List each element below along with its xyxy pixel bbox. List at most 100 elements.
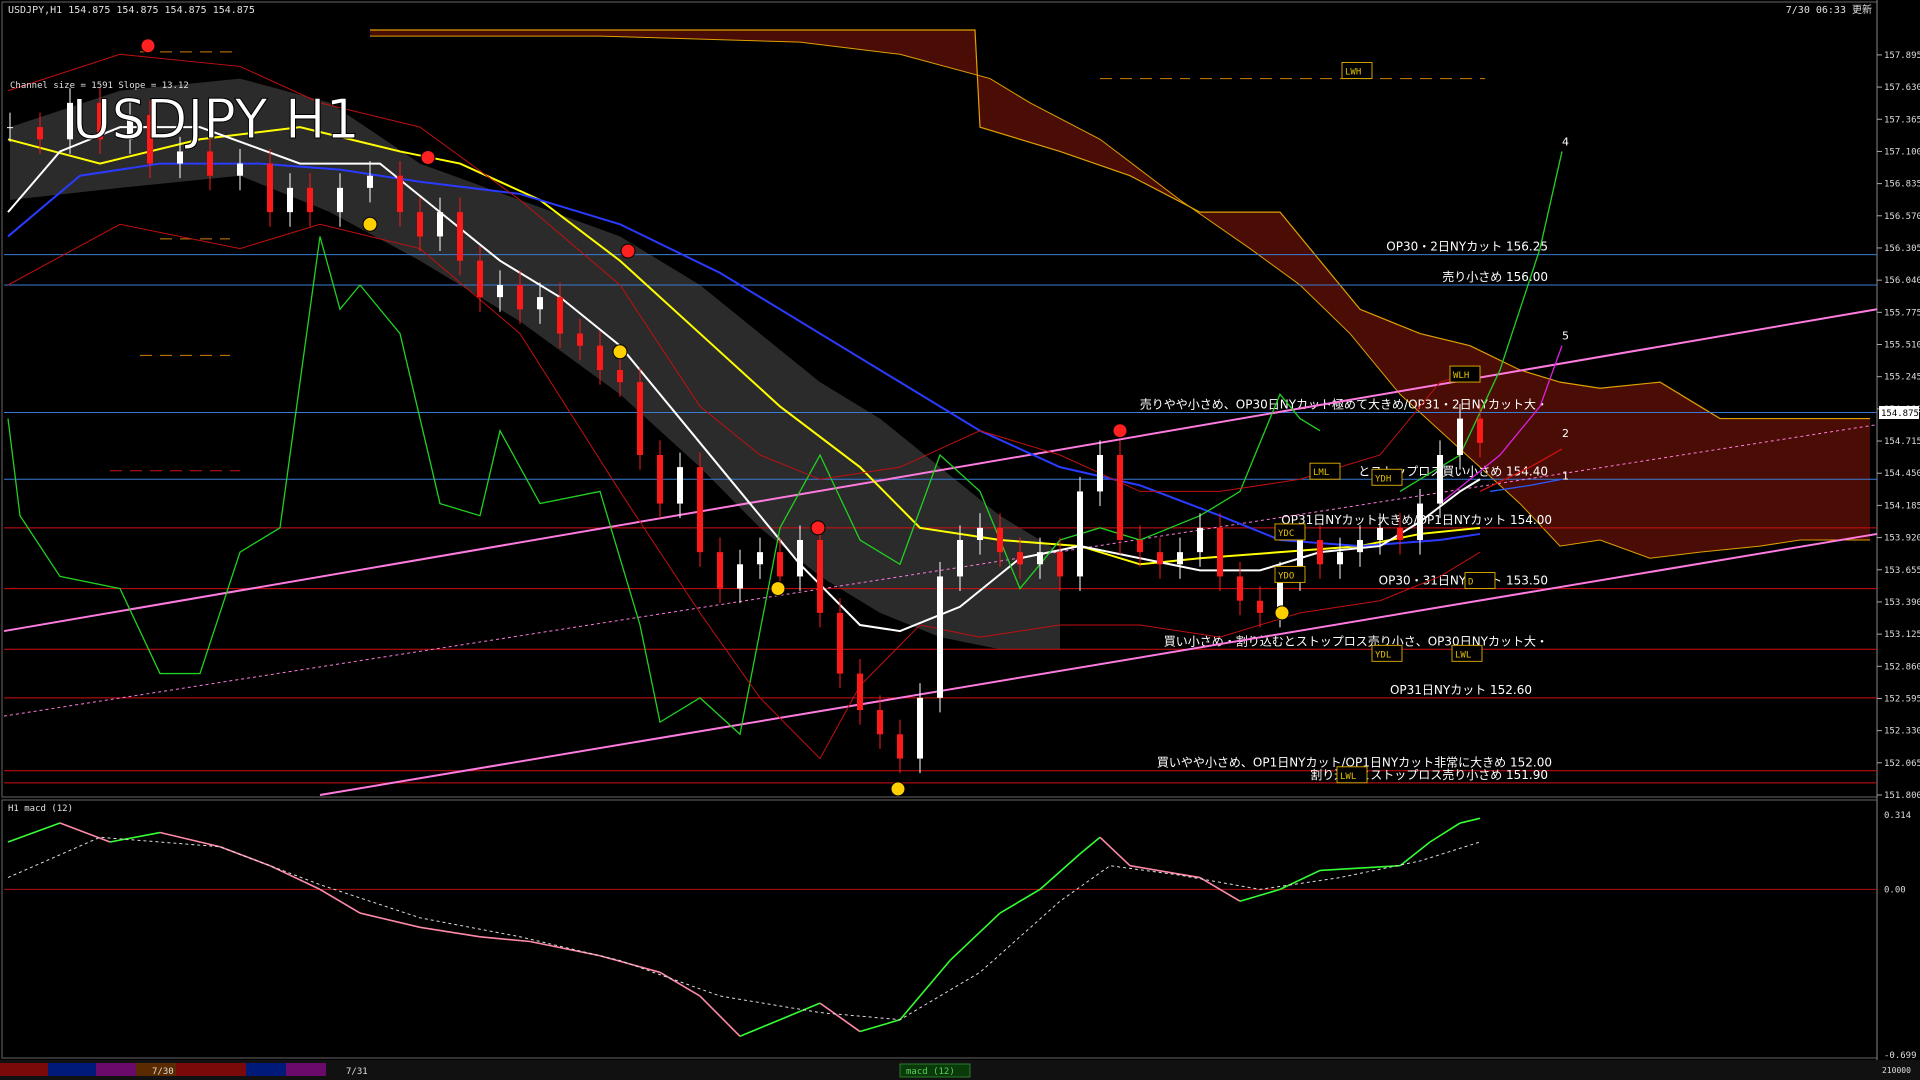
candle-body xyxy=(337,187,343,213)
candle-body xyxy=(1197,527,1203,553)
candle-body xyxy=(1257,600,1263,613)
candle-body xyxy=(307,187,313,213)
wave-label: 1 xyxy=(1562,469,1569,482)
price-tick-label: 154.715 xyxy=(1884,437,1920,447)
candle-body xyxy=(957,540,963,577)
candle-body xyxy=(1397,527,1403,540)
candle-body xyxy=(7,127,13,129)
candle-body xyxy=(697,467,703,553)
candle-body xyxy=(1437,455,1443,504)
candle-body xyxy=(777,552,783,577)
macd-tab-label: macd (12) xyxy=(906,1067,955,1077)
candle-body xyxy=(177,151,183,164)
candle-body xyxy=(457,212,463,261)
candle-body xyxy=(837,612,843,674)
fractal-marker xyxy=(362,216,378,232)
price-tick-label: 156.570 xyxy=(1884,212,1920,222)
wave-label: 2 xyxy=(1562,427,1569,440)
price-tick-label: 155.510 xyxy=(1884,341,1920,351)
wave-label: 4 xyxy=(1562,135,1569,148)
level-box-label: LML xyxy=(1313,468,1329,478)
candle-body xyxy=(417,212,423,237)
fractal-marker xyxy=(1112,423,1128,439)
candle-body xyxy=(757,552,763,565)
price-tick-label: 152.595 xyxy=(1884,694,1920,704)
fractal-marker xyxy=(620,243,636,259)
candle-body xyxy=(657,455,663,504)
price-tick-label: 152.860 xyxy=(1884,662,1920,672)
price-tick-label: 156.305 xyxy=(1884,244,1920,254)
level-box-label: YDC xyxy=(1278,529,1294,539)
candle-body xyxy=(817,540,823,613)
level-label: 買い小さめ・割り込むとストップロス売り小さ、OP30日NYカット大・ xyxy=(1164,633,1548,648)
candle-body xyxy=(1157,552,1163,565)
candle-body xyxy=(1137,540,1143,553)
candle-body xyxy=(1057,552,1063,577)
level-box-label: WLH xyxy=(1453,371,1469,381)
candle-body xyxy=(1337,552,1343,565)
time-label-7-30: 7/30 xyxy=(152,1067,174,1077)
symbol-info: USDJPY,H1 154.875 154.875 154.875 154.87… xyxy=(8,5,255,16)
price-tick-label: 151.800 xyxy=(1884,791,1920,801)
candle-body xyxy=(897,734,903,759)
level-box-label: LWL xyxy=(1340,772,1356,782)
time-label-7-31: 7/31 xyxy=(346,1067,368,1077)
trading-chart[interactable]: OP30・2日NYカット 156.25売り小さめ 156.00売りやや小さめ、O… xyxy=(0,0,1920,1080)
candle-body xyxy=(597,345,603,370)
candle-body xyxy=(367,175,373,188)
candle-body xyxy=(737,564,743,589)
candle-body xyxy=(677,467,683,504)
price-tick-label: 157.365 xyxy=(1884,115,1920,125)
candle-body xyxy=(917,697,923,759)
price-tick-label: 156.835 xyxy=(1884,180,1920,190)
candle-body xyxy=(1037,552,1043,565)
candle-body xyxy=(877,710,883,735)
candle-body xyxy=(1377,527,1383,540)
macd-window-label: H1 macd (12) xyxy=(8,804,73,814)
level-box-label: YDH xyxy=(1375,474,1391,484)
price-tick-label: 157.100 xyxy=(1884,147,1920,157)
candle-body xyxy=(267,163,273,213)
candle-body xyxy=(207,151,213,176)
fractal-marker xyxy=(770,581,786,597)
macd-tick-label: 0.314 xyxy=(1884,811,1911,821)
price-tick-label: 157.630 xyxy=(1884,83,1920,93)
candle-body xyxy=(997,527,1003,553)
candle-body xyxy=(437,212,443,237)
price-tick-label: 153.125 xyxy=(1884,630,1920,640)
level-box-label: D xyxy=(1468,578,1473,588)
price-tick-label: 153.390 xyxy=(1884,598,1920,608)
level-box-label: YDO xyxy=(1278,571,1294,581)
candle-body xyxy=(1017,552,1023,565)
candle-body xyxy=(1117,455,1123,540)
candle-body xyxy=(797,540,803,577)
candle-body xyxy=(1457,418,1463,455)
fractal-marker xyxy=(612,344,628,360)
candle-body xyxy=(577,333,583,346)
level-box-label: YDL xyxy=(1375,650,1391,660)
candle-body xyxy=(477,260,483,298)
candle-body xyxy=(1097,455,1103,492)
candle-body xyxy=(557,297,563,334)
fractal-marker xyxy=(810,520,826,536)
candle-body xyxy=(537,297,543,310)
candle-body xyxy=(517,285,523,310)
candle-body xyxy=(1317,540,1323,565)
candle-body xyxy=(617,370,623,383)
candle-body xyxy=(497,285,503,298)
candle-body xyxy=(287,187,293,213)
fractal-marker xyxy=(1274,605,1290,621)
fractal-marker xyxy=(420,150,436,165)
server-time: 7/30 06:33 更新 xyxy=(1786,3,1872,16)
candle-body xyxy=(1217,527,1223,577)
candle-body xyxy=(1357,540,1363,553)
candle-body xyxy=(1237,576,1243,601)
price-tick-label: 156.040 xyxy=(1884,276,1920,286)
price-tick-label: 154.450 xyxy=(1884,469,1920,479)
fractal-marker xyxy=(140,38,156,54)
candle-body xyxy=(237,163,243,176)
candle-body xyxy=(1477,418,1483,443)
candle-body xyxy=(397,175,403,213)
price-tick-label: 152.065 xyxy=(1884,759,1920,769)
candle-body xyxy=(1177,552,1183,565)
